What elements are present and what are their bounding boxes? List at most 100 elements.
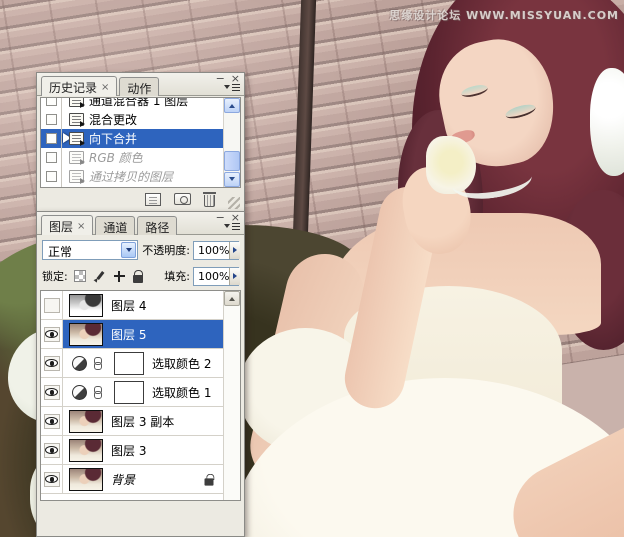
layers-panel: − × 图层 × 通道 路径 正常 不透明度 [36, 211, 245, 537]
tab-channels[interactable]: 通道 [95, 216, 135, 235]
history-state-label: 向下合并 [89, 130, 137, 147]
history-state-icon [69, 97, 84, 107]
layer-row[interactable]: 图层 4 [41, 291, 223, 320]
layer-thumbnail[interactable] [69, 410, 103, 433]
tab-actions[interactable]: 动作 [119, 77, 159, 96]
panel-menu-icon[interactable] [224, 221, 240, 231]
history-source-checkbox[interactable] [46, 133, 57, 144]
tab-channels-label: 通道 [103, 219, 127, 236]
photoshop-workspace: 思缘设计论坛 WWW.MISSYUAN.COM − × 历史记录 × 动作 [0, 0, 624, 537]
visibility-toggle[interactable] [44, 414, 60, 429]
resize-grip[interactable] [228, 197, 240, 209]
tab-close-icon[interactable]: × [101, 82, 109, 93]
history-source-checkbox[interactable] [46, 171, 57, 182]
history-source-checkbox[interactable] [46, 114, 57, 125]
fill-label: 填充: [164, 268, 190, 284]
adjustment-layer-row[interactable]: 选取颜色 1 [41, 378, 223, 407]
scroll-down-icon[interactable] [224, 172, 240, 187]
layer-row[interactable]: 图层 3 副本 [41, 407, 223, 436]
adjustment-layer-icon[interactable] [72, 356, 87, 371]
tab-layers[interactable]: 图层 × [41, 215, 93, 235]
layer-row-selected[interactable]: 图层 5 [41, 320, 223, 349]
opacity-input[interactable]: 100% [193, 241, 239, 260]
tab-history-label: 历史记录 [49, 79, 97, 96]
layer-name: 选取颜色 1 [152, 384, 211, 401]
visibility-toggle[interactable] [44, 327, 60, 342]
history-source-checkbox[interactable] [46, 152, 57, 163]
layer-thumbnail[interactable] [69, 294, 103, 317]
history-state-row[interactable]: 通道混合器 1 图层 [41, 97, 223, 110]
adjustment-layer-row[interactable]: 选取颜色 2 [41, 349, 223, 378]
layer-thumbnail[interactable] [69, 323, 103, 346]
link-mask-icon[interactable] [94, 357, 102, 370]
lock-label: 锁定: [42, 268, 68, 284]
blend-mode-row: 正常 不透明度: 100% [42, 238, 239, 262]
layer-name: 背景 [111, 471, 135, 488]
blend-mode-select[interactable]: 正常 [42, 240, 138, 260]
lock-position-icon[interactable] [113, 270, 126, 283]
lock-pixels-icon[interactable] [93, 270, 106, 283]
visibility-toggle[interactable] [44, 356, 60, 371]
layers-scrollbar[interactable] [223, 291, 240, 500]
lock-all-icon[interactable] [133, 275, 143, 283]
history-list: 通道混合器 1 图层 混合更改 向下合并 RGB 颜色 [40, 97, 241, 188]
scroll-up-icon[interactable] [224, 98, 240, 113]
history-panel-header: − × 历史记录 × 动作 [37, 73, 244, 96]
slider-arrow-icon[interactable] [229, 242, 240, 259]
history-state-icon [69, 170, 84, 183]
blend-mode-value: 正常 [48, 245, 72, 259]
visibility-toggle[interactable] [44, 472, 60, 487]
history-state-row[interactable]: 混合更改 [41, 110, 223, 129]
lock-row: 锁定: 填充: 100% [42, 264, 239, 288]
delete-state-icon[interactable] [204, 195, 215, 207]
lock-transparency-icon[interactable] [74, 270, 86, 282]
layers-list: 图层 4 图层 5 选取颜色 2 [40, 290, 241, 501]
layer-thumbnail[interactable] [69, 439, 103, 462]
layer-name: 选取颜色 2 [152, 355, 211, 372]
tab-paths-label: 路径 [145, 219, 169, 236]
scroll-up-icon[interactable] [224, 291, 240, 306]
new-snapshot-icon[interactable] [174, 193, 191, 205]
visibility-toggle[interactable] [44, 385, 60, 400]
history-state-label: 混合更改 [89, 111, 137, 128]
opacity-label: 不透明度: [142, 242, 190, 258]
history-state-row[interactable]: 通过拷贝的图层 [41, 167, 223, 186]
history-state-label: 通过拷贝的图层 [89, 168, 173, 185]
eye-icon [45, 330, 58, 338]
fill-input[interactable]: 100% [193, 267, 239, 286]
chevron-down-icon[interactable] [121, 242, 136, 258]
history-state-row-selected[interactable]: 向下合并 [41, 129, 223, 148]
visibility-toggle[interactable] [44, 443, 60, 458]
layer-name: 图层 3 [111, 442, 146, 459]
layer-mask-thumbnail[interactable] [114, 352, 144, 375]
tab-history[interactable]: 历史记录 × [41, 76, 117, 96]
layer-row[interactable]: 图层 3 [41, 436, 223, 465]
history-scrollbar[interactable] [223, 98, 240, 187]
history-panel-footer [40, 188, 241, 210]
layer-lock-icon [205, 478, 214, 485]
panel-menu-icon[interactable] [224, 82, 240, 92]
tab-actions-label: 动作 [127, 80, 151, 97]
tab-paths[interactable]: 路径 [137, 216, 177, 235]
new-document-from-state-icon[interactable] [145, 193, 161, 206]
layer-thumbnail[interactable] [69, 468, 103, 491]
background-layer-row[interactable]: 背景 [41, 465, 223, 494]
scrollbar-thumb[interactable] [224, 151, 240, 171]
slider-arrow-icon[interactable] [229, 268, 240, 285]
link-mask-icon[interactable] [94, 386, 102, 399]
history-state-icon [69, 132, 84, 145]
layer-name: 图层 4 [111, 297, 146, 314]
tab-layers-label: 图层 [49, 218, 73, 235]
adjustment-layer-icon[interactable] [72, 385, 87, 400]
eye-icon [45, 446, 58, 454]
tab-close-icon[interactable]: × [77, 221, 85, 232]
history-source-checkbox[interactable] [46, 97, 57, 106]
watermark: 思缘设计论坛 WWW.MISSYUAN.COM [389, 7, 619, 23]
fill-value: 100% [198, 270, 229, 283]
eye-icon [45, 417, 58, 425]
layer-mask-thumbnail[interactable] [114, 381, 144, 404]
history-state-label: 通道混合器 1 图层 [89, 97, 188, 109]
history-state-row[interactable]: RGB 颜色 [41, 148, 223, 167]
visibility-toggle-empty[interactable] [44, 298, 60, 313]
eye-icon [45, 475, 58, 483]
